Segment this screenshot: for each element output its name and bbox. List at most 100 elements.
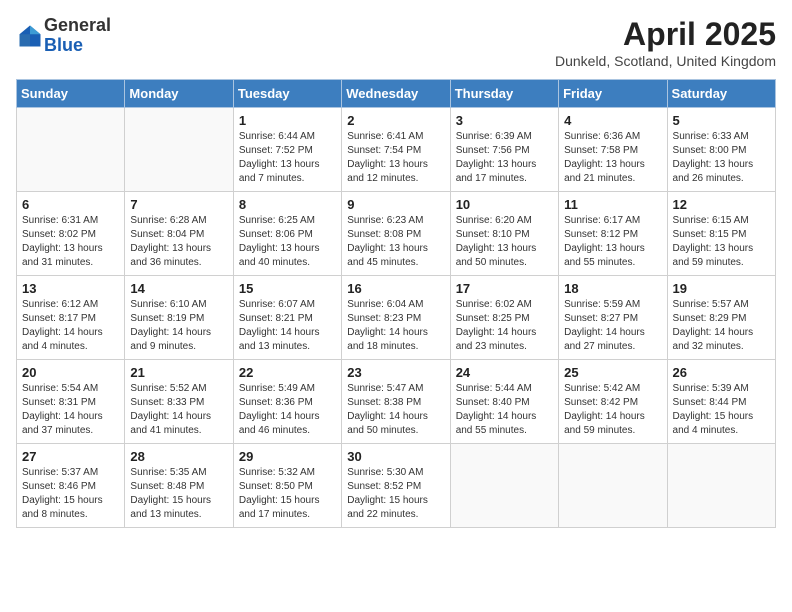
calendar-cell: 2 Sunrise: 6:41 AM Sunset: 7:54 PM Daylig… [342, 108, 450, 192]
day-number: 1 [239, 113, 336, 128]
day-number: 8 [239, 197, 336, 212]
day-info: Sunrise: 6:41 AM Sunset: 7:54 PM Dayligh… [347, 130, 444, 186]
week-row-4: 27 Sunrise: 5:37 AM Sunset: 8:46 PM Dayli… [17, 444, 776, 528]
day-number: 30 [347, 449, 444, 464]
day-number: 27 [22, 449, 119, 464]
week-row-0: 1 Sunrise: 6:44 AM Sunset: 7:52 PM Daylig… [17, 108, 776, 192]
day-number: 13 [22, 281, 119, 296]
day-info: Sunrise: 5:54 AM Sunset: 8:31 PM Dayligh… [22, 382, 119, 438]
day-info: Sunrise: 6:44 AM Sunset: 7:52 PM Dayligh… [239, 130, 336, 186]
day-info: Sunrise: 6:33 AM Sunset: 8:00 PM Dayligh… [673, 130, 770, 186]
day-number: 17 [456, 281, 553, 296]
day-info: Sunrise: 6:31 AM Sunset: 8:02 PM Dayligh… [22, 214, 119, 270]
calendar-cell: 19 Sunrise: 5:57 AM Sunset: 8:29 PM Dayli… [667, 276, 775, 360]
weekday-header-saturday: Saturday [667, 80, 775, 108]
weekday-header-tuesday: Tuesday [233, 80, 341, 108]
day-number: 11 [564, 197, 661, 212]
day-info: Sunrise: 5:44 AM Sunset: 8:40 PM Dayligh… [456, 382, 553, 438]
day-number: 18 [564, 281, 661, 296]
day-number: 19 [673, 281, 770, 296]
day-number: 15 [239, 281, 336, 296]
day-number: 4 [564, 113, 661, 128]
day-number: 7 [130, 197, 227, 212]
calendar-cell: 6 Sunrise: 6:31 AM Sunset: 8:02 PM Daylig… [17, 192, 125, 276]
day-info: Sunrise: 5:30 AM Sunset: 8:52 PM Dayligh… [347, 466, 444, 522]
weekday-header-sunday: Sunday [17, 80, 125, 108]
day-number: 26 [673, 365, 770, 380]
calendar-cell: 17 Sunrise: 6:02 AM Sunset: 8:25 PM Dayli… [450, 276, 558, 360]
day-info: Sunrise: 5:42 AM Sunset: 8:42 PM Dayligh… [564, 382, 661, 438]
day-info: Sunrise: 6:17 AM Sunset: 8:12 PM Dayligh… [564, 214, 661, 270]
day-number: 6 [22, 197, 119, 212]
calendar-cell: 7 Sunrise: 6:28 AM Sunset: 8:04 PM Daylig… [125, 192, 233, 276]
calendar-cell: 1 Sunrise: 6:44 AM Sunset: 7:52 PM Daylig… [233, 108, 341, 192]
day-info: Sunrise: 5:57 AM Sunset: 8:29 PM Dayligh… [673, 298, 770, 354]
day-info: Sunrise: 6:10 AM Sunset: 8:19 PM Dayligh… [130, 298, 227, 354]
calendar-cell: 25 Sunrise: 5:42 AM Sunset: 8:42 PM Dayli… [559, 360, 667, 444]
day-number: 12 [673, 197, 770, 212]
day-info: Sunrise: 6:28 AM Sunset: 8:04 PM Dayligh… [130, 214, 227, 270]
week-row-3: 20Sunrise: 5:54 AM Sunset: 8:31 PM Dayli… [17, 360, 776, 444]
calendar: SundayMondayTuesdayWednesdayThursdayFrid… [16, 79, 776, 528]
calendar-cell: 24Sunrise: 5:44 AM Sunset: 8:40 PM Dayli… [450, 360, 558, 444]
day-info: Sunrise: 6:07 AM Sunset: 8:21 PM Dayligh… [239, 298, 336, 354]
day-number: 2 [347, 113, 444, 128]
week-row-1: 6 Sunrise: 6:31 AM Sunset: 8:02 PM Daylig… [17, 192, 776, 276]
day-number: 16 [347, 281, 444, 296]
main-title: April 2025 [555, 16, 776, 53]
day-number: 28 [130, 449, 227, 464]
day-number: 25 [564, 365, 661, 380]
day-number: 5 [673, 113, 770, 128]
day-info: Sunrise: 6:04 AM Sunset: 8:23 PM Dayligh… [347, 298, 444, 354]
title-area: April 2025 Dunkeld, Scotland, United Kin… [555, 16, 776, 69]
calendar-cell: 9Sunrise: 6:23 AM Sunset: 8:08 PM Daylig… [342, 192, 450, 276]
calendar-cell: 16 Sunrise: 6:04 AM Sunset: 8:23 PM Dayli… [342, 276, 450, 360]
day-info: Sunrise: 5:49 AM Sunset: 8:36 PM Dayligh… [239, 382, 336, 438]
day-info: Sunrise: 6:15 AM Sunset: 8:15 PM Dayligh… [673, 214, 770, 270]
calendar-cell: 30 Sunrise: 5:30 AM Sunset: 8:52 PM Dayli… [342, 444, 450, 528]
weekday-header-row: SundayMondayTuesdayWednesdayThursdayFrid… [17, 80, 776, 108]
subtitle: Dunkeld, Scotland, United Kingdom [555, 53, 776, 69]
calendar-cell [125, 108, 233, 192]
calendar-cell: 12 Sunrise: 6:15 AM Sunset: 8:15 PM Dayli… [667, 192, 775, 276]
calendar-cell: 22 Sunrise: 5:49 AM Sunset: 8:36 PM Dayli… [233, 360, 341, 444]
day-info: Sunrise: 6:02 AM Sunset: 8:25 PM Dayligh… [456, 298, 553, 354]
day-info: Sunrise: 6:25 AM Sunset: 8:06 PM Dayligh… [239, 214, 336, 270]
day-info: Sunrise: 6:36 AM Sunset: 7:58 PM Dayligh… [564, 130, 661, 186]
calendar-cell: 23Sunrise: 5:47 AM Sunset: 8:38 PM Dayli… [342, 360, 450, 444]
weekday-header-friday: Friday [559, 80, 667, 108]
calendar-cell: 11 Sunrise: 6:17 AM Sunset: 8:12 PM Dayli… [559, 192, 667, 276]
calendar-cell: 29Sunrise: 5:32 AM Sunset: 8:50 PM Dayli… [233, 444, 341, 528]
day-number: 22 [239, 365, 336, 380]
calendar-cell: 15 Sunrise: 6:07 AM Sunset: 8:21 PM Dayli… [233, 276, 341, 360]
day-info: Sunrise: 5:32 AM Sunset: 8:50 PM Dayligh… [239, 466, 336, 522]
day-info: Sunrise: 5:39 AM Sunset: 8:44 PM Dayligh… [673, 382, 770, 438]
calendar-cell: 14Sunrise: 6:10 AM Sunset: 8:19 PM Dayli… [125, 276, 233, 360]
weekday-header-monday: Monday [125, 80, 233, 108]
calendar-cell: 8 Sunrise: 6:25 AM Sunset: 8:06 PM Daylig… [233, 192, 341, 276]
weekday-header-wednesday: Wednesday [342, 80, 450, 108]
day-info: Sunrise: 5:37 AM Sunset: 8:46 PM Dayligh… [22, 466, 119, 522]
calendar-cell: 21 Sunrise: 5:52 AM Sunset: 8:33 PM Dayli… [125, 360, 233, 444]
calendar-cell: 10Sunrise: 6:20 AM Sunset: 8:10 PM Dayli… [450, 192, 558, 276]
day-info: Sunrise: 5:52 AM Sunset: 8:33 PM Dayligh… [130, 382, 227, 438]
day-info: Sunrise: 5:59 AM Sunset: 8:27 PM Dayligh… [564, 298, 661, 354]
calendar-cell: 4 Sunrise: 6:36 AM Sunset: 7:58 PM Daylig… [559, 108, 667, 192]
day-number: 23 [347, 365, 444, 380]
calendar-cell: 18 Sunrise: 5:59 AM Sunset: 8:27 PM Dayli… [559, 276, 667, 360]
day-info: Sunrise: 6:12 AM Sunset: 8:17 PM Dayligh… [22, 298, 119, 354]
day-number: 21 [130, 365, 227, 380]
logo-icon [16, 22, 44, 50]
day-info: Sunrise: 5:35 AM Sunset: 8:48 PM Dayligh… [130, 466, 227, 522]
day-number: 10 [456, 197, 553, 212]
header: General Blue April 2025 Dunkeld, Scotlan… [16, 16, 776, 69]
weekday-header-thursday: Thursday [450, 80, 558, 108]
calendar-cell: 26 Sunrise: 5:39 AM Sunset: 8:44 PM Dayli… [667, 360, 775, 444]
calendar-cell [667, 444, 775, 528]
logo-blue-text: Blue [44, 35, 83, 55]
calendar-cell: 3Sunrise: 6:39 AM Sunset: 7:56 PM Daylig… [450, 108, 558, 192]
calendar-cell [450, 444, 558, 528]
logo: General Blue [16, 16, 111, 56]
calendar-cell: 20Sunrise: 5:54 AM Sunset: 8:31 PM Dayli… [17, 360, 125, 444]
day-info: Sunrise: 6:23 AM Sunset: 8:08 PM Dayligh… [347, 214, 444, 270]
